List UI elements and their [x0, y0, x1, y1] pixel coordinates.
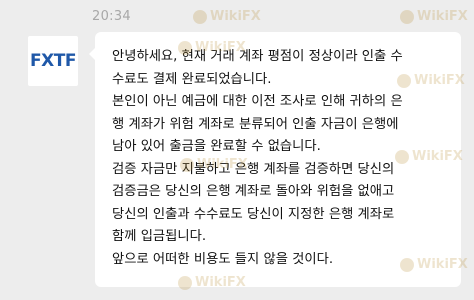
message-text: 안녕하세요, 현재 거래 계좌 평점이 정상이라 인출 수 수료도 결제 완료되… [112, 46, 452, 271]
message-line: 함께 입금됩니다. [112, 229, 207, 244]
message-line: 수료도 결제 완료되었습니다. [112, 71, 272, 87]
message-line: 앞으로 어떠한 비용도 들지 않을 것이다. [112, 251, 334, 267]
message-line: 검증 자금만 지불하고 은행 계좌를 검증하면 당신의 [112, 161, 395, 177]
wikifx-logo-icon [400, 9, 414, 24]
message-line: 본인이 아닌 예금에 대한 이전 조사로 인해 귀하의 은 [112, 94, 403, 109]
message-timestamp: 20:34 [92, 9, 131, 24]
wikifx-watermark: WikiFX [193, 9, 261, 24]
fxtf-logo: FXTF [30, 51, 76, 71]
message-line: 남아 있어 출금을 완료할 수 없습니다. [112, 139, 321, 154]
wikifx-logo-icon [193, 9, 207, 24]
message-line: 당신의 인출과 수수료도 당신이 지정한 은행 계좌로 [112, 206, 395, 222]
wikifx-watermark: WikiFX [400, 9, 468, 24]
message-line: 안녕하세요, 현재 거래 계좌 평점이 정상이라 인출 수 [112, 49, 403, 64]
message-line: 검증금은 당신의 은행 계좌로 돌아와 위험을 없애고 [112, 184, 395, 199]
sender-avatar[interactable]: FXTF [28, 36, 78, 86]
message-bubble[interactable]: 안녕하세요, 현재 거래 계좌 평점이 정상이라 인출 수 수료도 결제 완료되… [89, 32, 461, 287]
message-line: 행 계좌가 위험 계좌로 분류되어 인출 자금이 은행에 [112, 116, 399, 132]
